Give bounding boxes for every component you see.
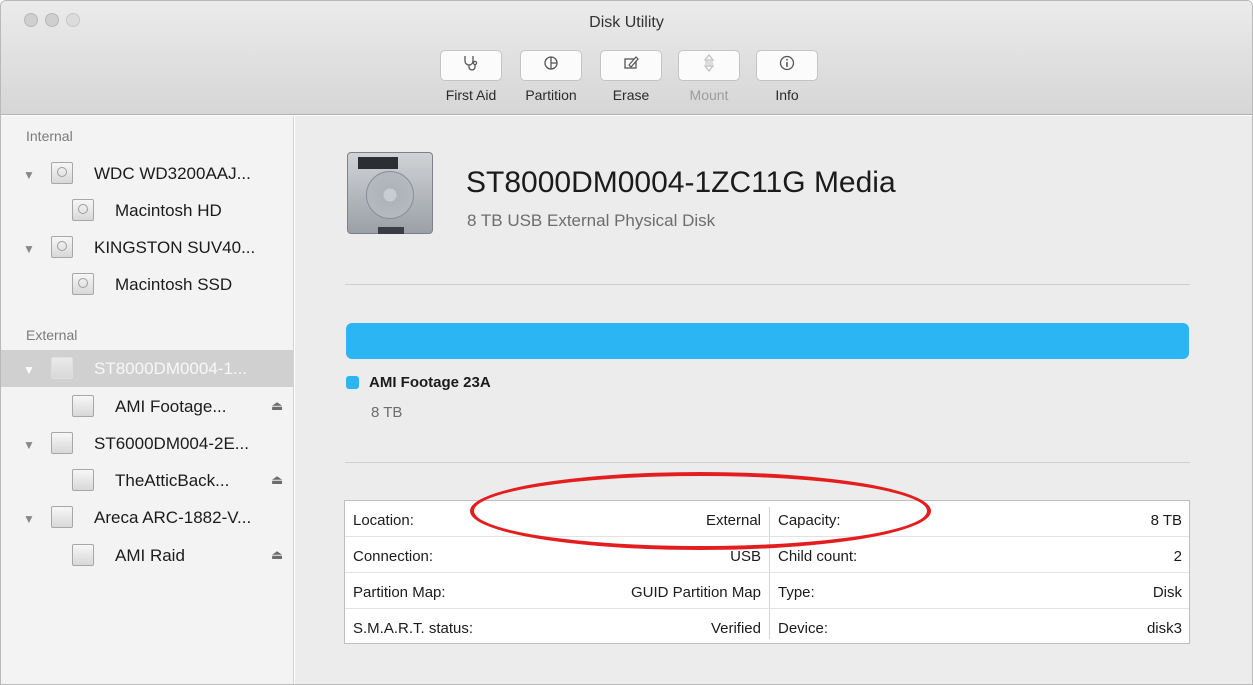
hard-disk-icon [51, 236, 73, 258]
sidebar-item-wdc-disk[interactable]: ▼ WDC WD3200AAJ... [1, 155, 293, 192]
sidebar-item-label: ST6000DM004-2E... [94, 434, 249, 453]
sidebar-section-internal: Internal [26, 128, 73, 144]
external-volume-icon [72, 395, 94, 417]
sidebar-item-areca-disk[interactable]: ▼ Areca ARC-1882-V... [1, 499, 293, 536]
info-key: Device: [778, 620, 829, 637]
erase-button[interactable]: Erase [598, 50, 664, 103]
sidebar: Internal ▼ WDC WD3200AAJ... Macintosh HD… [1, 116, 294, 684]
partition-label: Partition [525, 87, 577, 103]
eject-icon[interactable]: ⏏ [271, 398, 283, 414]
stethoscope-icon [462, 55, 480, 76]
hard-disk-icon [347, 152, 433, 234]
sidebar-item-label: ST8000DM0004-1... [94, 359, 248, 378]
sidebar-item-st8000-disk[interactable]: ▼ ST8000DM0004-1... [1, 350, 293, 387]
info-key: Location: [353, 512, 414, 529]
disclosure-triangle-icon[interactable]: ▼ [23, 363, 35, 377]
disclosure-triangle-icon[interactable]: ▼ [23, 512, 35, 526]
info-row-location: Location: External [345, 501, 769, 537]
info-key: Partition Map: [353, 584, 446, 601]
erase-icon [623, 55, 639, 76]
external-disk-icon [51, 432, 73, 454]
partition-color-swatch [346, 376, 359, 389]
info-value: External [705, 512, 761, 529]
toolbar: Disk Utility First Aid Partition Erase M… [1, 1, 1252, 115]
info-value: Verified [710, 620, 761, 637]
info-value: 2 [1173, 548, 1182, 565]
info-row-capacity: Capacity: 8 TB [770, 501, 1190, 537]
info-value: 8 TB [1150, 512, 1182, 529]
sidebar-item-label: Macintosh SSD [115, 275, 233, 294]
info-key: Type: [778, 584, 815, 601]
divider [345, 462, 1190, 463]
sidebar-item-label: KINGSTON SUV40... [94, 238, 256, 257]
info-button[interactable]: Info [754, 50, 820, 103]
first-aid-button[interactable]: First Aid [438, 50, 504, 103]
info-value: Disk [1152, 584, 1182, 601]
mount-label: Mount [689, 87, 729, 103]
info-key: Child count: [778, 548, 858, 565]
eject-icon[interactable]: ⏏ [271, 472, 283, 488]
sidebar-item-label: Macintosh HD [115, 201, 222, 220]
disclosure-triangle-icon[interactable]: ▼ [23, 438, 35, 452]
info-key: S.M.A.R.T. status: [353, 620, 474, 637]
info-value: USB [730, 548, 761, 565]
info-icon [779, 55, 795, 76]
sidebar-item-label: AMI Raid [115, 546, 185, 565]
disk-subtitle: 8 TB USB External Physical Disk [467, 211, 716, 230]
sidebar-item-label: TheAtticBack... [115, 471, 230, 490]
info-row-partition-map: Partition Map: GUID Partition Map [345, 573, 769, 609]
divider [345, 284, 1190, 285]
mount-button[interactable]: Mount [676, 50, 742, 103]
sidebar-item-macintosh-ssd[interactable]: Macintosh SSD [1, 266, 293, 303]
disk-title: ST8000DM0004-1ZC11G Media [466, 166, 896, 199]
mount-icon [703, 54, 715, 77]
external-volume-icon [72, 544, 94, 566]
info-label: Info [775, 87, 799, 103]
sidebar-item-label: Areca ARC-1882-V... [94, 508, 252, 527]
eject-icon[interactable]: ⏏ [271, 547, 283, 563]
info-key: Connection: [353, 548, 434, 565]
partition-usage-bar [346, 323, 1189, 359]
info-row-connection: Connection: USB [345, 537, 769, 573]
sidebar-item-label: WDC WD3200AAJ... [94, 164, 251, 183]
info-value: disk3 [1146, 620, 1182, 637]
sidebar-item-theatticback[interactable]: TheAtticBack... ⏏ [1, 462, 293, 499]
disk-utility-window: Disk Utility First Aid Partition Erase M… [0, 0, 1253, 685]
first-aid-label: First Aid [445, 87, 497, 103]
info-row-type: Type: Disk [770, 573, 1190, 609]
info-row-child-count: Child count: 2 [770, 537, 1190, 573]
info-key: Capacity: [778, 512, 841, 529]
info-row-smart-status: S.M.A.R.T. status: Verified [345, 609, 769, 645]
external-disk-icon [51, 357, 73, 379]
window-title: Disk Utility [589, 14, 664, 31]
disclosure-triangle-icon[interactable]: ▼ [23, 242, 35, 256]
pie-chart-icon [543, 55, 559, 76]
info-row-device: Device: disk3 [770, 609, 1190, 645]
sidebar-item-st6000-disk[interactable]: ▼ ST6000DM004-2E... [1, 425, 293, 462]
hard-disk-icon [51, 162, 73, 184]
volume-icon [72, 273, 94, 295]
sidebar-section-external: External [26, 327, 78, 343]
volume-icon [72, 199, 94, 221]
partition-size: 8 TB [371, 404, 403, 421]
external-volume-icon [72, 469, 94, 491]
sidebar-item-ami-footage[interactable]: AMI Footage... ⏏ [1, 388, 293, 425]
partition-button[interactable]: Partition [518, 50, 584, 103]
info-table: Location: External Connection: USB Parti… [344, 500, 1190, 644]
erase-label: Erase [612, 87, 650, 103]
info-value: GUID Partition Map [630, 584, 761, 601]
main-panel: ST8000DM0004-1ZC11G Media 8 TB USB Exter… [295, 116, 1252, 684]
sidebar-item-kingston-disk[interactable]: ▼ KINGSTON SUV40... [1, 229, 293, 266]
sidebar-item-label: AMI Footage... [115, 397, 227, 416]
external-disk-icon [51, 506, 73, 528]
sidebar-item-macintosh-hd[interactable]: Macintosh HD [1, 192, 293, 229]
partition-name: AMI Footage 23A [369, 374, 491, 391]
sidebar-item-ami-raid[interactable]: AMI Raid ⏏ [1, 537, 293, 574]
disclosure-triangle-icon[interactable]: ▼ [23, 168, 35, 182]
